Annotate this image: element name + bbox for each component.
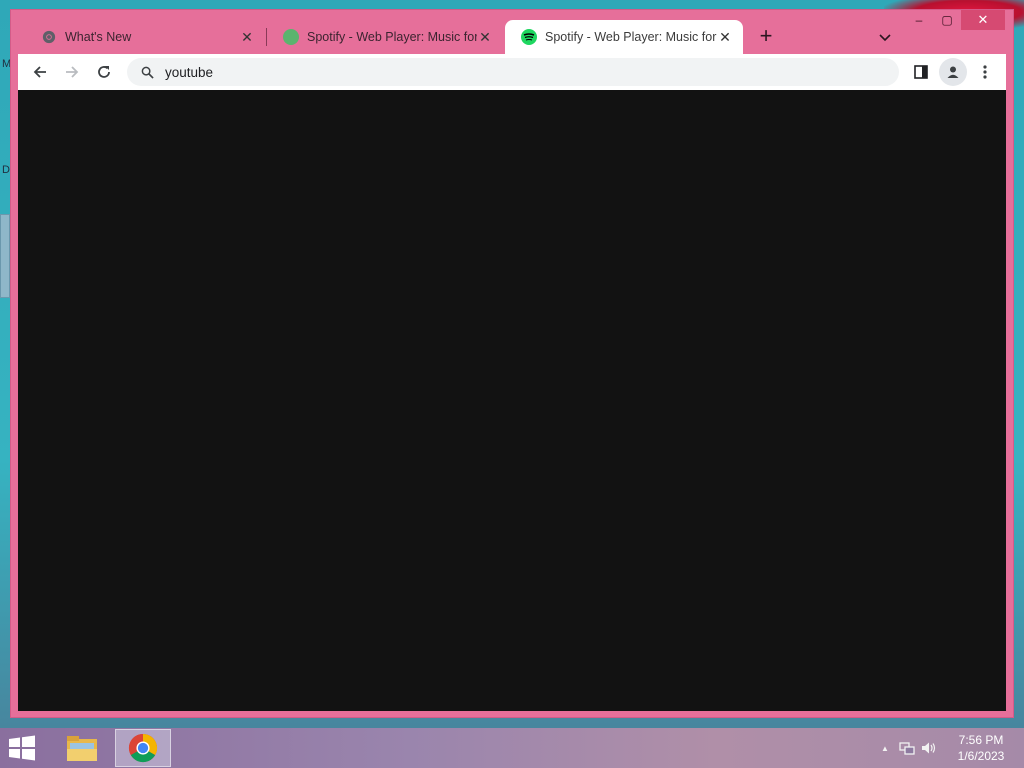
minimize-button[interactable]: – [905,10,933,30]
more-vert-icon [983,65,987,79]
forward-button[interactable] [58,58,86,86]
maximize-button[interactable]: ▢ [933,10,961,30]
spotify-icon [283,29,299,45]
arrow-right-icon [66,66,79,78]
person-icon [947,66,959,78]
chrome-icon [41,29,57,45]
taskbar: ▲ 7:56 PM 1/6/2023 [0,728,1024,768]
page-content[interactable] [18,90,1006,711]
arrow-left-icon [33,66,46,78]
address-input[interactable] [165,64,865,80]
taskbar-file-explorer[interactable] [54,729,110,767]
start-button[interactable] [8,735,38,763]
close-window-button[interactable]: ✕ [961,10,1005,30]
tab-search-button[interactable] [875,28,895,48]
show-hidden-icons-button[interactable]: ▲ [874,728,896,768]
new-tab-button[interactable]: + [755,25,777,48]
desktop-icon-label-fragment: D [2,164,10,176]
clock-date: 1/6/2023 [957,749,1005,763]
chevron-down-icon [879,34,891,42]
chrome-icon [128,733,158,763]
tab-whats-new[interactable]: What's New ✕ [25,20,265,54]
clock-time: 7:56 PM [958,733,1004,747]
windows-logo-icon [9,735,35,761]
browser-window: What's New ✕ Spotify - Web Player: Music… [10,9,1014,718]
chevron-up-icon: ▲ [881,743,889,753]
tab-title: What's New [65,30,132,44]
window-controls: – ▢ ✕ [905,10,1005,32]
tab-spotify-active[interactable]: Spotify - Web Player: Music for e ✕ [505,20,743,54]
side-panel-icon [914,65,928,79]
side-panel-button[interactable] [907,58,935,86]
address-bar[interactable] [127,58,899,86]
network-icon[interactable] [896,728,918,768]
spotify-icon [521,29,537,45]
volume-icon[interactable] [918,728,940,768]
search-icon [139,64,155,80]
system-tray: ▲ 7:56 PM 1/6/2023 [874,728,1024,768]
reload-button[interactable] [90,58,118,86]
desktop-partial-window-edge [0,214,10,298]
back-button[interactable] [26,58,54,86]
taskbar-chrome[interactable] [115,729,171,767]
tab-title: Spotify - Web Player: Music for e [307,30,477,44]
tab-spotify-1[interactable]: Spotify - Web Player: Music for e ✕ [267,20,503,54]
tab-strip: What's New ✕ Spotify - Web Player: Music… [11,10,1013,54]
tab-close-button[interactable]: ✕ [717,29,733,45]
tab-close-button[interactable]: ✕ [477,29,493,45]
taskbar-clock[interactable]: 7:56 PM 1/6/2023 [946,732,1016,764]
browser-toolbar [18,54,1006,90]
tab-title: Spotify - Web Player: Music for e [545,30,717,44]
menu-button[interactable] [971,58,999,86]
folder-icon [67,736,97,761]
reload-icon [98,66,110,78]
tab-close-button[interactable]: ✕ [239,29,255,45]
profile-button[interactable] [939,58,967,86]
